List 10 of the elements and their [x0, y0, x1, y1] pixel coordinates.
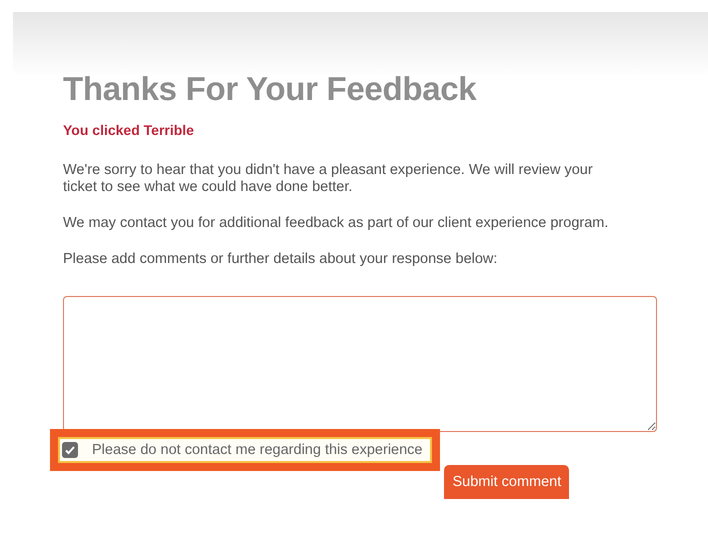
- check-icon: [64, 444, 76, 456]
- paragraph: We're sorry to hear that you didn't have a pleasant experience. We will review your ticket to see what we could have done better.: [63, 162, 594, 196]
- comment-field[interactable]: [63, 296, 657, 432]
- checkbox-label: Please do not contact me regarding this experience: [92, 442, 422, 458]
- submit-button[interactable]: Submit comment: [444, 465, 570, 499]
- paragraph: We may contact you for additional feedback as part of our client experience program.: [63, 215, 610, 232]
- checkbox[interactable]: [62, 442, 78, 458]
- page-title: Thanks For Your Feedback: [63, 70, 478, 108]
- rating-note: You clicked Terrible: [63, 122, 194, 138]
- paragraph: Please add comments or further details about your response below:: [63, 251, 498, 268]
